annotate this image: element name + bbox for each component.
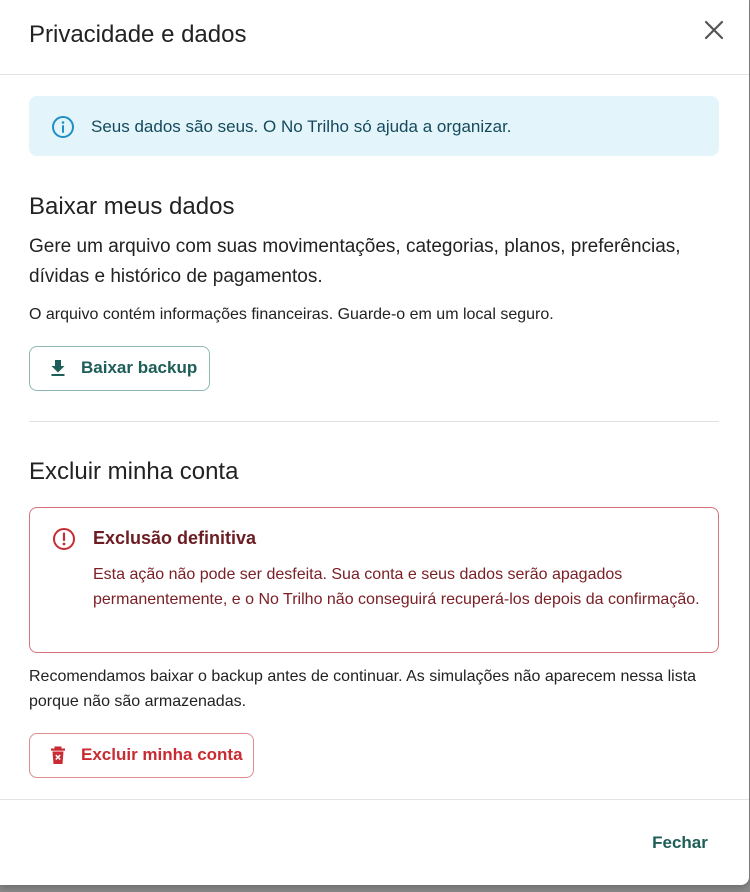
warning-text: Esta ação não pode ser desfeita. Sua con…: [93, 566, 700, 608]
delete-account-button[interactable]: Excluir minha conta: [29, 733, 254, 778]
download-backup-button[interactable]: Baixar backup: [29, 346, 210, 391]
download-icon: [51, 360, 65, 376]
alert-circle-icon: [53, 528, 75, 550]
info-banner: Seus dados são seus. O No Trilho só ajud…: [29, 96, 719, 156]
download-note: O arquivo contém informações financeiras…: [29, 306, 554, 323]
dialog-header: Privacidade e dados: [0, 0, 749, 75]
close-icon: [704, 20, 724, 40]
info-icon: [52, 116, 74, 138]
delete-recommendation: Recomendamos baixar o backup antes de co…: [29, 668, 697, 710]
delete-warning-box: Exclusão definitiva Esta ação não pode s…: [29, 507, 719, 653]
delete-account-label: Excluir minha conta: [81, 745, 243, 764]
download-description: Gere um arquivo com suas movimentações, …: [29, 236, 681, 287]
close-dialog-button[interactable]: Fechar: [640, 826, 720, 860]
info-text: Seus dados são seus. O No Trilho só ajud…: [91, 117, 512, 136]
download-section-title: Baixar meus dados: [29, 193, 235, 220]
dialog-title: Privacidade e dados: [29, 21, 247, 48]
privacy-dialog: Privacidade e dados Seus dados são seus.…: [0, 0, 749, 885]
trash-icon: [51, 746, 65, 764]
delete-section-title: Excluir minha conta: [29, 458, 239, 485]
close-button[interactable]: [700, 16, 728, 44]
download-backup-label: Baixar backup: [81, 358, 198, 377]
footer-divider: [0, 799, 749, 800]
warning-title: Exclusão definitiva: [93, 528, 257, 548]
section-divider: [29, 421, 719, 422]
